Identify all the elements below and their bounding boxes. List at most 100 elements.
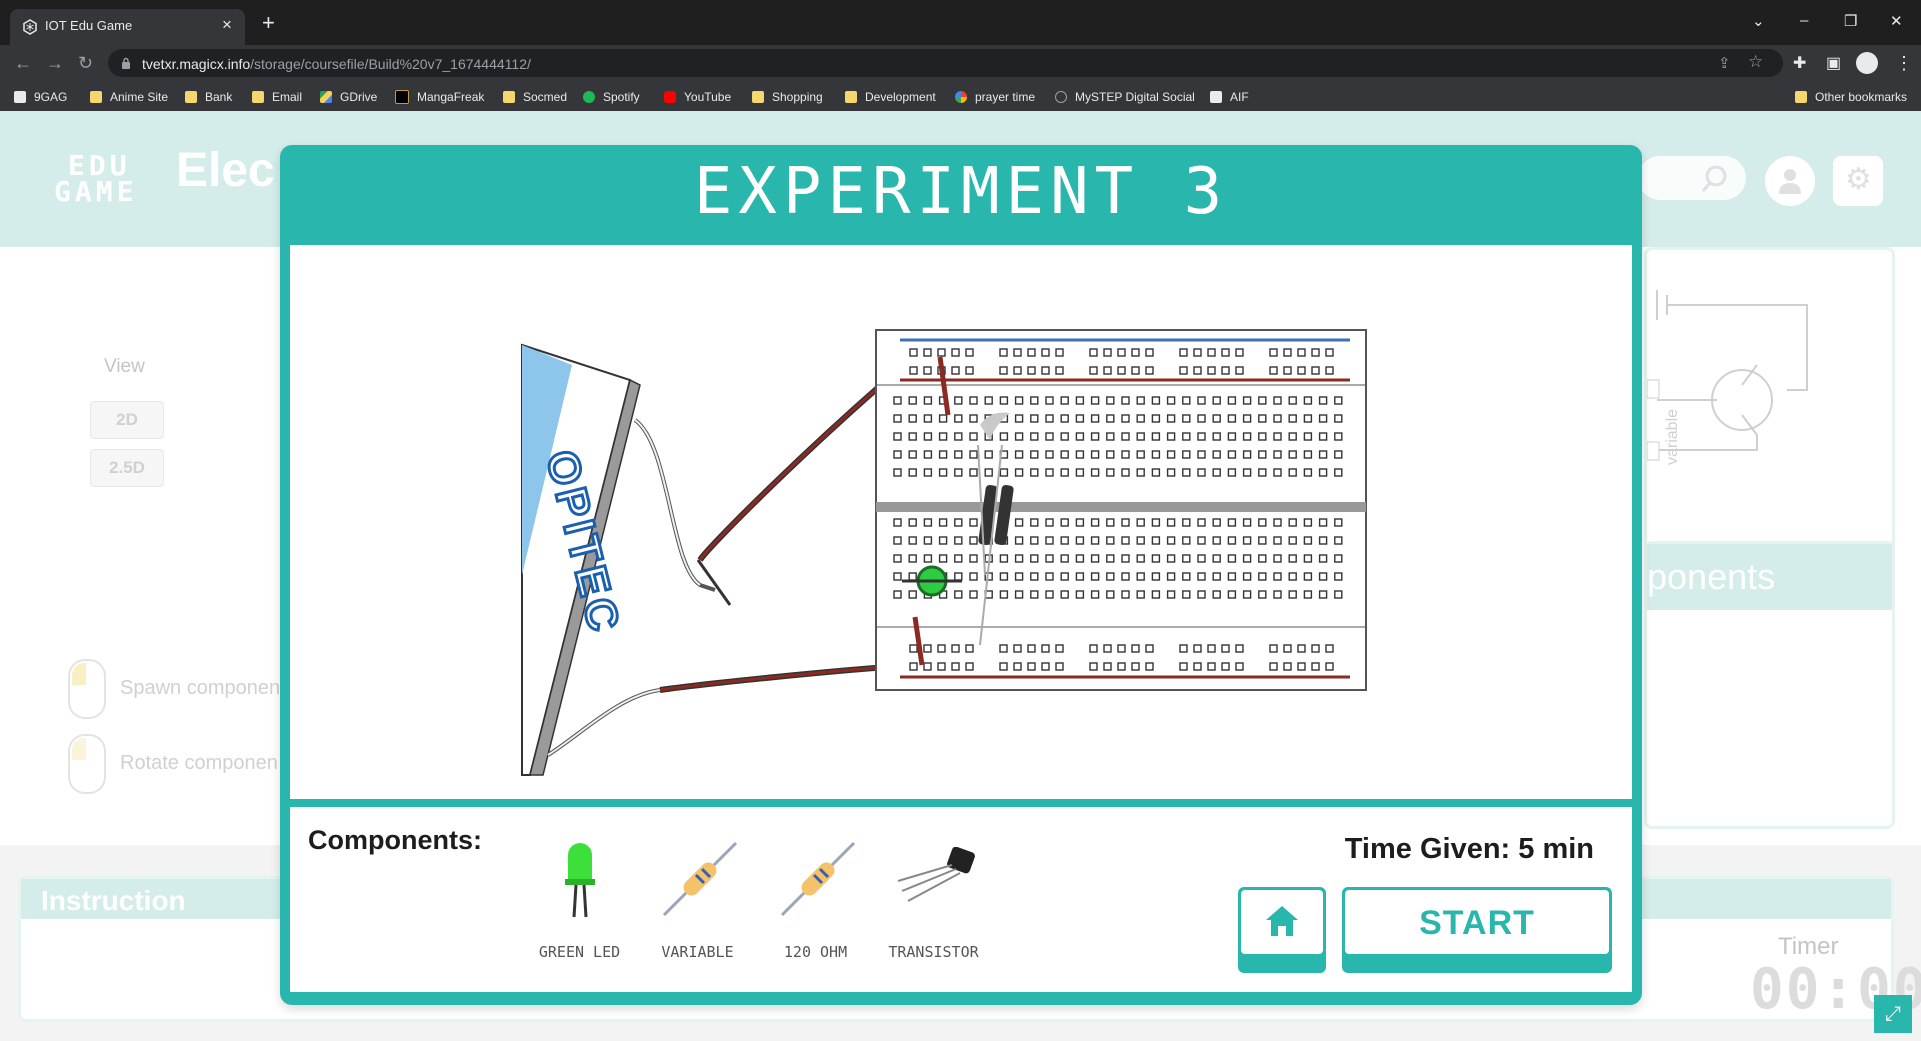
search-icon <box>1701 165 1727 192</box>
component-variable[interactable]: VARIABLE <box>640 839 755 969</box>
spawn-hint: Spawn componen <box>120 677 281 699</box>
share-icon[interactable]: ⇪ <box>1718 54 1731 72</box>
url-text: tvetxr.magicx.info/storage/coursefile/Bu… <box>142 56 531 72</box>
new-tab-icon[interactable]: + <box>262 12 275 34</box>
components-panel: ponents <box>1644 541 1895 829</box>
start-button[interactable]: START <box>1342 887 1612 973</box>
user-profile-button[interactable] <box>1765 156 1815 206</box>
bookmark-gdrive[interactable]: GDrive <box>320 88 377 106</box>
fullscreen-button[interactable]: ⤢ <box>1874 995 1912 1033</box>
unity-icon <box>23 19 37 35</box>
resistor-icon <box>662 841 738 917</box>
view-2-5d-button[interactable]: 2.5D <box>90 449 164 487</box>
youtube-icon <box>664 91 676 103</box>
close-tab-icon[interactable]: × <box>217 15 237 35</box>
bookmark-9gag[interactable]: 9GAG <box>14 88 67 106</box>
transistor-icon <box>897 847 975 902</box>
google-icon <box>955 91 967 103</box>
address-bar[interactable]: tvetxr.magicx.info/storage/coursefile/Bu… <box>108 49 1783 77</box>
component-120-ohm[interactable]: 120 OHM <box>758 839 873 969</box>
restore-icon[interactable]: ❐ <box>1844 12 1857 30</box>
components-panel-title: ponents <box>1647 556 1776 597</box>
bookmark-youtube[interactable]: YouTube <box>664 88 731 106</box>
bookmark-bank[interactable]: Bank <box>185 88 232 106</box>
component-name: VARIABLE <box>661 943 734 961</box>
component-transistor[interactable]: TRANSISTOR <box>876 839 991 969</box>
green-led-icon <box>565 843 595 918</box>
breadboard-icon <box>875 329 1367 691</box>
browser-tab[interactable]: IOT Edu Game × <box>10 9 245 45</box>
browser-chrome: IOT Edu Game × + ⌄ – ❐ ✕ ← → ↻ tvetxr.ma… <box>0 0 1921 112</box>
reload-icon[interactable]: ↻ <box>78 53 93 74</box>
components-label: Components: <box>308 825 482 855</box>
bookmark-mystep[interactable]: MySTEP Digital Social <box>1055 88 1195 106</box>
modal-footer: Components: GREEN LED VARIABLE 120 OHM T… <box>290 807 1632 992</box>
view-label: View <box>104 356 145 377</box>
user-icon <box>1779 169 1801 194</box>
start-label: START <box>1419 904 1535 942</box>
bookmark-email[interactable]: Email <box>252 88 302 106</box>
settings-button[interactable]: ⚙ <box>1833 156 1883 206</box>
bookmark-spotify[interactable]: Spotify <box>583 88 640 106</box>
folder-icon <box>845 91 857 103</box>
forward-icon[interactable]: → <box>46 53 64 74</box>
component-green-led[interactable]: GREEN LED <box>522 839 637 969</box>
globe-icon <box>1055 91 1067 103</box>
power-supply-icon: OPITEC <box>521 343 641 776</box>
spotify-icon <box>583 91 595 103</box>
back-icon[interactable]: ← <box>14 53 32 74</box>
expand-icon: ⤢ <box>1885 1003 1901 1025</box>
experiment-modal: EXPERIMENT 3 OPITEC Components: GREEN LE… <box>280 145 1642 1005</box>
tab-title: IOT Edu Game <box>45 18 133 33</box>
nav-bar: ← → ↻ tvetxr.magicx.info/storage/coursef… <box>0 45 1921 81</box>
close-window-icon[interactable]: ✕ <box>1890 12 1903 30</box>
resistor-icon <box>780 841 856 917</box>
tab-search-chevron-icon[interactable]: ⌄ <box>1752 12 1765 30</box>
component-name: TRANSISTOR <box>888 943 979 961</box>
right-click-mouse-icon <box>68 734 106 794</box>
components-panel-header: ponents <box>1647 544 1892 610</box>
search-bar[interactable] <box>1638 156 1746 200</box>
instruction-title: Instruction <box>41 885 186 916</box>
side-panel-icon[interactable]: ▣ <box>1826 53 1841 73</box>
bookmarks-bar: 9GAG Anime Site Bank Email GDrive MangaF… <box>0 81 1921 112</box>
bookmark-socmed[interactable]: Socmed <box>503 88 567 106</box>
game-title: Elec <box>176 144 275 197</box>
folder-icon <box>1795 91 1807 103</box>
folder-icon <box>252 91 264 103</box>
breadboard-illustration: OPITEC <box>521 329 1367 776</box>
extensions-icon[interactable]: ✚ <box>1793 53 1806 73</box>
home-button[interactable] <box>1238 887 1326 973</box>
bookmark-prayer-time[interactable]: prayer time <box>955 88 1035 106</box>
menu-kebab-icon[interactable]: ⋮ <box>1895 53 1913 74</box>
profile-avatar[interactable] <box>1856 52 1878 74</box>
bookmark-development[interactable]: Development <box>845 88 936 106</box>
url-path: /storage/coursefile/Build%20v7_167444411… <box>250 56 531 72</box>
gear-icon: ⚙ <box>1845 163 1872 196</box>
folder-icon <box>503 91 515 103</box>
home-icon <box>1266 906 1298 936</box>
bookmark-shopping[interactable]: Shopping <box>752 88 823 106</box>
bookmark-aif[interactable]: AIF <box>1210 88 1249 106</box>
other-bookmarks[interactable]: Other bookmarks <box>1795 88 1907 106</box>
view-2d-button[interactable]: 2D <box>90 401 164 439</box>
circuit-preview: OPITEC <box>290 245 1632 799</box>
aif-icon <box>1210 91 1222 103</box>
rotate-hint: Rotate componen <box>120 752 278 774</box>
bookmark-anime-site[interactable]: Anime Site <box>90 88 168 106</box>
logo-bottom-text: GAME <box>54 175 138 208</box>
time-given: Time Given: 5 min <box>1344 833 1594 865</box>
gdrive-icon <box>320 91 332 103</box>
component-name: GREEN LED <box>538 943 621 961</box>
url-host: tvetxr.magicx.info <box>142 56 251 72</box>
bookmark-mangafreak[interactable]: MangaFreak <box>395 88 484 106</box>
component-name: 120 OHM <box>783 943 848 961</box>
edu-game-logo: EDU GAME <box>54 149 170 208</box>
variable-label: variable <box>1664 409 1681 465</box>
bookmark-star-icon[interactable]: ☆ <box>1748 52 1763 72</box>
minimize-icon[interactable]: – <box>1800 12 1808 29</box>
experiment-title: EXPERIMENT 3 <box>693 155 1229 229</box>
circuit-schematic: variable <box>1647 290 1808 465</box>
left-click-mouse-icon <box>68 659 106 719</box>
9gag-icon <box>14 91 26 103</box>
